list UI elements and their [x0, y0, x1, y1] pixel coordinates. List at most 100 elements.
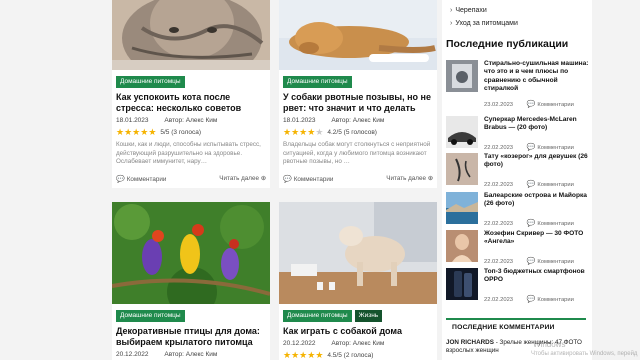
sidebar-link-turtles[interactable]: Черепахи: [450, 7, 486, 14]
star-icon[interactable]: ★: [283, 128, 291, 137]
star-icon[interactable]: ★: [307, 128, 315, 137]
tag-list: Домашние питомцы: [116, 76, 185, 88]
article-title[interactable]: Как играть с собакой дома: [283, 326, 433, 337]
category-tag[interactable]: Жизнь: [354, 310, 383, 322]
article-author[interactable]: Автор: Алекс Ким: [331, 340, 384, 347]
post-title[interactable]: Жозефин Скривер — 30 ФОТО «Ангела»: [484, 230, 592, 247]
latest-post[interactable]: Топ-3 бюджетных смартфонов OPPO 22.02.20…: [446, 268, 590, 306]
sidebar: Черепахи Уход за питомцами Последние пуб…: [442, 0, 592, 360]
comment-icon: 💬: [116, 176, 125, 183]
post-thumbnail[interactable]: [446, 60, 478, 92]
comments-label: Комментарии: [126, 176, 167, 183]
read-more-link[interactable]: Читать далее ⊕: [386, 175, 433, 183]
comments-link[interactable]: 💬 Комментарии: [283, 175, 333, 183]
comment-icon: 💬: [526, 181, 536, 188]
comments-link[interactable]: 💬 Комментарии: [116, 175, 166, 183]
category-tag[interactable]: Домашние питомцы: [283, 76, 352, 88]
post-date: 22.02.2023: [484, 221, 514, 227]
latest-post[interactable]: Суперкар Mercedes-McLaren Brabus — (20 ф…: [446, 116, 590, 154]
post-comments-link[interactable]: 💬 Комментарии: [527, 220, 574, 227]
post-thumbnail[interactable]: [446, 268, 478, 300]
article-image-cat[interactable]: [112, 0, 270, 70]
post-thumbnail[interactable]: [446, 153, 478, 185]
star-icon[interactable]: ★: [299, 128, 307, 137]
post-title[interactable]: Суперкар Mercedes-McLaren Brabus — (20 ф…: [484, 116, 592, 133]
star-icon[interactable]: ★: [124, 128, 132, 137]
comment-icon: 💬: [283, 176, 292, 183]
star-icon[interactable]: ★: [315, 128, 323, 137]
comment-icon: 💬: [526, 296, 536, 303]
post-title[interactable]: Топ-3 бюджетных смартфонов OPPO: [484, 268, 592, 285]
category-tag[interactable]: Домашние питомцы: [283, 310, 352, 322]
article-title[interactable]: У собаки рвотные позывы, но не рвет: что…: [283, 92, 433, 114]
article-date: 20.12.2022: [116, 351, 149, 358]
post-title[interactable]: Балеарские острова и Майорка (26 фото): [484, 192, 592, 209]
post-date: 22.02.2023: [484, 259, 514, 265]
post-thumbnail[interactable]: [446, 192, 478, 224]
latest-post[interactable]: Тату «козерог» для девушек (26 фото) 22.…: [446, 153, 590, 191]
star-icon[interactable]: ★: [116, 128, 124, 137]
article-author[interactable]: Автор: Алекс Ким: [331, 117, 384, 124]
rating-score: 4.2/5 (5 голосов): [327, 129, 377, 136]
activation-watermark: Windows: [533, 340, 566, 349]
article-card[interactable]: Домашние питомцы У собаки рвотные позывы…: [279, 0, 437, 188]
post-title[interactable]: Стирально-сушильная машина: что это и в …: [484, 60, 592, 94]
article-footer: 💬 Комментарии Читать далее ⊕: [283, 175, 433, 183]
sidebar-link-pet-care[interactable]: Уход за питомцами: [450, 20, 518, 27]
post-comments-link[interactable]: 💬 Комментарии: [527, 258, 574, 265]
post-date: 22.02.2023: [484, 297, 514, 303]
star-icon[interactable]: ★: [283, 351, 291, 360]
post-comments-link[interactable]: 💬 Комментарии: [526, 181, 574, 188]
post-meta: 22.02.2023 💬 Комментарии: [484, 295, 574, 303]
star-icon[interactable]: ★: [140, 128, 148, 137]
star-rating[interactable]: ★ ★ ★ ★ ★ 5/5 (3 голоса): [116, 128, 201, 137]
rating-score: 5/5 (3 голоса): [160, 129, 202, 136]
comment-icon: 💬: [526, 144, 536, 151]
article-author[interactable]: Автор: Алекс Ким: [164, 117, 217, 124]
category-tag[interactable]: Домашние питомцы: [116, 310, 185, 322]
article-card[interactable]: Домашние питомцы Декоративные птицы для …: [112, 202, 270, 360]
post-date: 23.02.2023: [484, 102, 514, 108]
article-footer: 💬 Комментарии Читать далее ⊕: [116, 175, 266, 183]
article-excerpt: Кошки, как и люди, способны испытывать с…: [116, 141, 261, 165]
article-card[interactable]: Домашние питомцы Как успокоить кота посл…: [112, 0, 270, 188]
rating-score: 4.5/5 (2 голоса): [327, 352, 374, 359]
read-more-link[interactable]: Читать далее ⊕: [219, 175, 266, 183]
post-comments-link[interactable]: 💬 Комментарии: [526, 144, 574, 151]
star-icon[interactable]: ★: [148, 128, 156, 137]
article-author[interactable]: Автор: Алекс Ким: [164, 351, 217, 358]
post-thumbnail[interactable]: [446, 230, 478, 262]
article-image-dog[interactable]: [279, 0, 437, 70]
article-date: 18.01.2023: [116, 117, 149, 124]
post-comments-label: Комментарии: [537, 259, 574, 265]
post-comments-link[interactable]: 💬 Комментарии: [526, 296, 574, 303]
post-title[interactable]: Тату «козерог» для девушек (26 фото): [484, 153, 592, 170]
latest-post[interactable]: Балеарские острова и Майорка (26 фото) 2…: [446, 192, 590, 230]
article-image-dog-play[interactable]: [279, 202, 437, 304]
post-meta: 22.02.2023 💬 Комментарии: [484, 219, 574, 227]
post-comments-link[interactable]: 💬 Комментарии: [527, 101, 574, 108]
latest-post[interactable]: Стирально-сушильная машина: что это и в …: [446, 60, 592, 108]
article-image-birds[interactable]: [112, 202, 270, 304]
star-icon[interactable]: ★: [291, 351, 299, 360]
article-meta: 20.12.2022 Автор: Алекс Ким: [116, 351, 217, 358]
star-icon[interactable]: ★: [291, 128, 299, 137]
article-title[interactable]: Декоративные птицы для дома: выбираем кр…: [116, 326, 266, 348]
post-meta: 22.02.2023 💬 Комментарии: [484, 180, 574, 188]
star-icon[interactable]: ★: [307, 351, 315, 360]
latest-comments-heading[interactable]: ПОСЛЕДНИЕ КОММЕНТАРИИ: [446, 318, 586, 335]
article-card[interactable]: Домашние питомцы Жизнь Как играть с соба…: [279, 202, 437, 360]
star-icon[interactable]: ★: [132, 128, 140, 137]
star-icon[interactable]: ★: [299, 351, 307, 360]
article-meta: 18.01.2023 Автор: Алекс Ким: [116, 117, 217, 124]
read-more-label: Читать далее: [219, 175, 259, 182]
post-thumbnail[interactable]: [446, 116, 478, 148]
latest-post[interactable]: Жозефин Скривер — 30 ФОТО «Ангела» 22.02…: [446, 230, 590, 268]
star-rating[interactable]: ★ ★ ★ ★ ★ 4.2/5 (5 голосов): [283, 128, 377, 137]
post-comments-label: Комментарии: [537, 182, 574, 188]
category-tag[interactable]: Домашние питомцы: [116, 76, 185, 88]
article-excerpt: Владельцы собак могут столкнуться с непр…: [283, 141, 431, 165]
star-rating[interactable]: ★ ★ ★ ★ ★ 4.5/5 (2 голоса): [283, 351, 373, 360]
star-icon[interactable]: ★: [315, 351, 323, 360]
article-title[interactable]: Как успокоить кота после стресса: нескол…: [116, 92, 266, 114]
